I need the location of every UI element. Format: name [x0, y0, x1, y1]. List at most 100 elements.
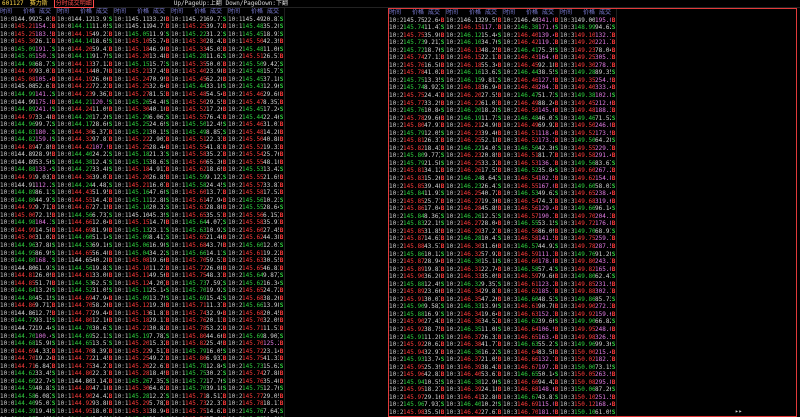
- header-time: 时间: [228, 8, 241, 15]
- tick-side: B: [165, 400, 170, 408]
- tick-time: 10:04: [0, 83, 14, 91]
- tick-price: 145.86: [403, 250, 424, 258]
- tick-side: B: [51, 98, 56, 106]
- tick-price: 145.55: [185, 113, 206, 121]
- tick-volume: 37.45万: [149, 68, 165, 76]
- tick-side: B: [165, 45, 170, 53]
- tick-price: 145.97: [403, 393, 424, 401]
- table-row: 10:28146.2728.04万B: [446, 220, 502, 228]
- tick-price: 145.65: [185, 234, 206, 242]
- table-row: 10:12145.1133.28万B: [114, 16, 170, 24]
- tick-time: 10:05: [0, 166, 14, 174]
- tick-side: B: [497, 99, 502, 107]
- table-row: 10:09144.306.37万B: [57, 129, 113, 137]
- tick-price: 145.66: [185, 249, 206, 257]
- tick-header: 时间 价格 成交: [503, 9, 559, 17]
- tick-side: B: [497, 205, 502, 213]
- tick-price: 145.85: [403, 182, 424, 190]
- tick-time: 10:10: [57, 264, 71, 272]
- tick-side: B: [611, 393, 616, 401]
- header-price: 价格: [79, 8, 92, 15]
- table-row: 10:16145.4854.54万B: [171, 91, 227, 99]
- tick-volume: 204.36万: [538, 84, 554, 92]
- tick-price: 145.76: [242, 407, 263, 415]
- table-row: 10:06145.0031.02万B: [0, 234, 56, 242]
- tick-volume: 9.81万: [481, 76, 497, 84]
- tick-volume: 48.53万: [538, 295, 554, 303]
- tick-price: 144.52: [71, 287, 92, 295]
- tick-time: 10:19: [171, 340, 185, 348]
- tick-time: 10:35: [560, 408, 574, 416]
- table-row: 10:30149.00195.07万B: [560, 17, 616, 25]
- tick-time: 10:16: [171, 53, 185, 61]
- tick-volume: 4.20万: [149, 279, 165, 287]
- tick-time: 10:28: [446, 227, 460, 235]
- tick-volume: 12.41万: [92, 158, 108, 166]
- tick-price: 149.10: [574, 31, 595, 39]
- tick-side: B: [279, 38, 284, 46]
- tick-time: 10:25: [389, 280, 403, 288]
- header-flag: [51, 8, 56, 16]
- tick-time: 10:05: [0, 106, 14, 114]
- tick-price: 146.13: [460, 46, 481, 54]
- tick-price: 150.06: [574, 386, 595, 394]
- tick-volume: 107.99万: [92, 143, 108, 151]
- tick-volume: 17.55万: [481, 167, 497, 175]
- tick-time: 10:10: [57, 294, 71, 302]
- tick-side: B: [165, 385, 170, 393]
- tick-side: S: [51, 264, 56, 272]
- tick-volume: 81.90万: [92, 226, 108, 234]
- tick-price: 146.15: [460, 24, 481, 32]
- tick-volume: 28.44万: [149, 143, 165, 151]
- tick-volume: 19.83万: [92, 264, 108, 272]
- tick-volume: 22.74万: [35, 377, 51, 385]
- tick-price: 149.75: [574, 235, 595, 243]
- tick-price: 145.57: [242, 181, 263, 189]
- tick-price: 145.24: [128, 75, 149, 83]
- table-row: 10:18145.6843.70万B: [171, 242, 227, 250]
- table-row: 10:04145.09191.73万S: [0, 46, 56, 54]
- table-row: 10:20145.4814.28万B: [228, 129, 284, 137]
- tick-volume: 44.92万: [538, 242, 554, 250]
- tick-time: 10:29: [503, 69, 517, 77]
- tick-volume: 7.59万: [206, 279, 222, 287]
- table-row: 10:06144.5940.83万S: [0, 385, 56, 393]
- tick-time: 10:09: [57, 143, 71, 151]
- tick-volume: 20.62万: [424, 341, 440, 349]
- table-row: 10:35150.05263.92万B: [560, 371, 616, 379]
- page-down-icon[interactable]: ▸▸: [735, 408, 742, 415]
- tick-price: 145.26: [128, 377, 149, 385]
- tick-price: 145.79: [185, 347, 206, 355]
- tick-side: B: [497, 227, 502, 235]
- tab-tick-detail[interactable]: 分时成交明细: [53, 0, 94, 8]
- table-row: 10:33149.8062.47万S: [560, 273, 616, 281]
- tick-price: 144.70: [71, 324, 92, 332]
- tick-side: B: [165, 91, 170, 99]
- tick-side: S: [279, 204, 284, 212]
- tick-volume: 38.55万: [538, 69, 554, 77]
- tick-time: 10:26: [389, 363, 403, 371]
- table-row: 10:11144.803.14万B: [57, 378, 113, 386]
- tick-price: 145.18: [128, 151, 149, 159]
- tick-price: 149.35: [574, 76, 595, 84]
- tick-volume: 28.94万: [424, 258, 440, 266]
- tick-price: 145.74: [403, 24, 424, 32]
- tick-volume: 8.64万: [481, 175, 497, 183]
- tick-volume: 35.90万: [424, 31, 440, 39]
- tick-price: 146.20: [460, 107, 481, 115]
- tick-time: 10:23: [389, 39, 403, 47]
- tick-time: 10:27: [446, 137, 460, 145]
- tick-volume: 254.93万: [595, 76, 611, 84]
- table-row: 10:29146.3511.08万S: [446, 326, 502, 334]
- tick-side: B: [165, 324, 170, 332]
- table-row: 10:23145.7218.76万S: [389, 47, 445, 55]
- table-row: 10:06144.9637.88万S: [0, 242, 56, 250]
- tick-volume: 14.50万: [35, 226, 51, 234]
- tick-price: 150.08: [574, 378, 595, 386]
- tick-price: 144.80: [71, 317, 92, 325]
- tick-time: 10:18: [171, 249, 185, 257]
- tick-price: 149.90: [574, 303, 595, 311]
- tick-volume: 8.85万: [206, 128, 222, 136]
- tick-block: 时间价格成交10:30149.00195.07万B10:30148.9994.6…: [560, 9, 617, 416]
- table-row: 10:30146.4132.80万B: [446, 394, 502, 402]
